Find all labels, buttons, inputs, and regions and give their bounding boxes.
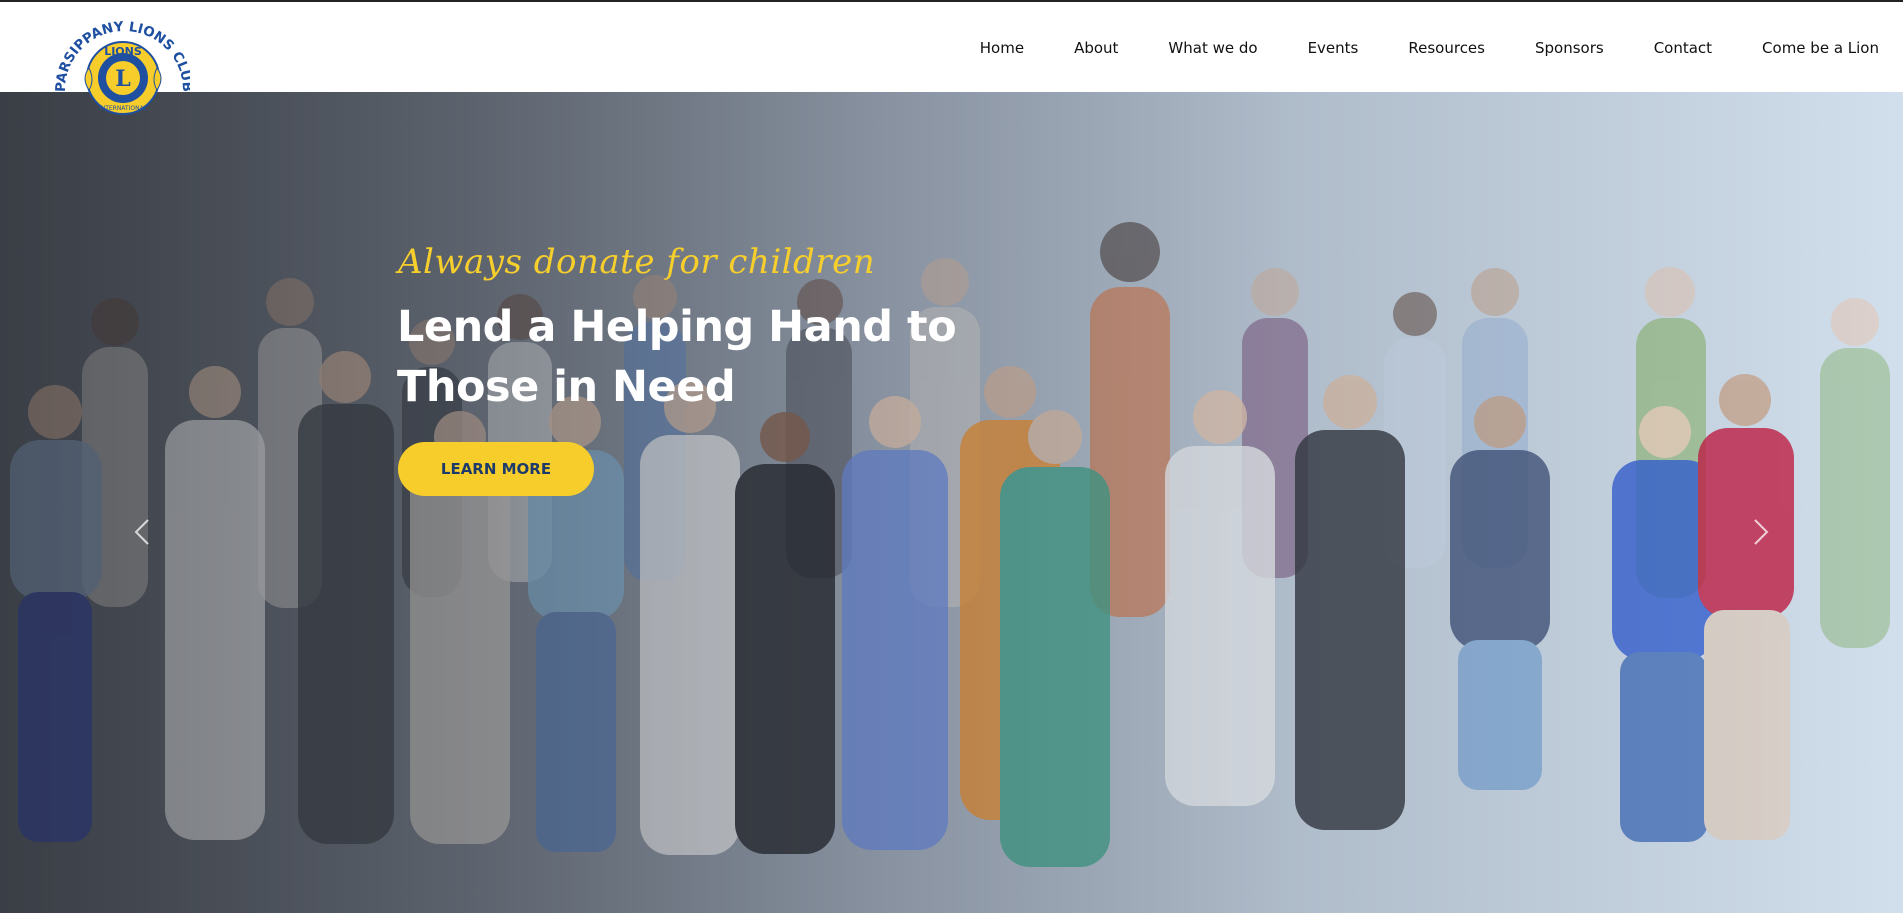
- svg-text:LIONS: LIONS: [104, 45, 142, 58]
- club-logo[interactable]: PARSIPPANY LIONS CLUB LIONS L INTERNATIO…: [53, 10, 195, 122]
- site-header: Home About What we do Events Resources S…: [0, 2, 1903, 92]
- nav-sponsors[interactable]: Sponsors: [1535, 38, 1604, 58]
- nav-what-we-do[interactable]: What we do: [1168, 38, 1257, 58]
- nav-come-be-a-lion[interactable]: Come be a Lion: [1762, 38, 1879, 58]
- hero-slider: Always donate for children Lend a Helpin…: [0, 92, 1903, 913]
- nav-events[interactable]: Events: [1308, 38, 1359, 58]
- main-nav: Home About What we do Events Resources S…: [930, 38, 1879, 58]
- chevron-right-icon[interactable]: [1745, 512, 1775, 552]
- svg-text:L: L: [115, 66, 130, 92]
- hero-title: Lend a Helping Hand to Those in Need: [397, 302, 957, 412]
- hero-tagline: Always donate for children: [398, 242, 876, 282]
- chevron-left-icon[interactable]: [128, 512, 158, 552]
- nav-resources[interactable]: Resources: [1408, 38, 1485, 58]
- lions-emblem: LIONS L INTERNATIONAL: [84, 41, 162, 115]
- nav-about[interactable]: About: [1074, 38, 1118, 58]
- hero-overlay: [0, 92, 1903, 913]
- learn-more-button[interactable]: LEARN MORE: [398, 442, 594, 496]
- svg-text:INTERNATIONAL: INTERNATIONAL: [99, 105, 148, 112]
- nav-contact[interactable]: Contact: [1654, 38, 1712, 58]
- nav-home[interactable]: Home: [980, 38, 1024, 58]
